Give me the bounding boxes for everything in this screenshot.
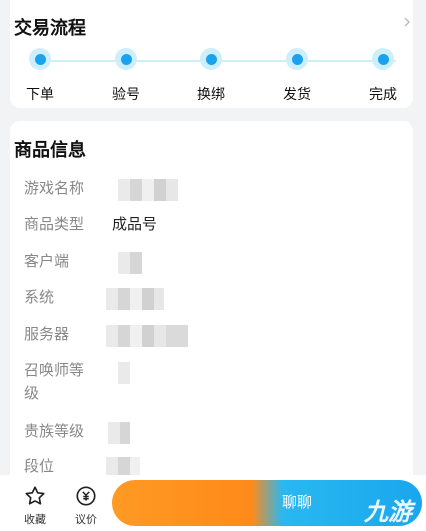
masked-value: [118, 362, 130, 384]
bargain-button[interactable]: 议价: [66, 485, 106, 527]
product-info-title: 商品信息: [14, 140, 86, 161]
info-row-product-type: 商品类型 成品号: [24, 215, 158, 233]
info-row-noble-level: 贵族等级: [24, 420, 130, 444]
bargain-icon: [76, 486, 96, 506]
info-row-server: 服务器: [24, 323, 188, 347]
favorite-button[interactable]: 收藏: [15, 485, 55, 527]
watermark-logo: 九游: [364, 498, 412, 526]
info-row-summoner-level: 召唤师等级: [24, 359, 130, 405]
star-icon: [25, 486, 45, 505]
masked-value: [106, 325, 188, 347]
masked-value: [118, 252, 142, 274]
step-dot: [372, 48, 394, 70]
info-row-client: 客户端: [24, 250, 142, 274]
step-complete: 完成: [353, 48, 413, 104]
step-order: 下单: [10, 48, 70, 104]
trade-process-title: 交易流程: [14, 18, 86, 39]
chevron-right-icon[interactable]: [402, 17, 412, 27]
step-verify: 验号: [96, 48, 156, 104]
info-row-game-name: 游戏名称: [24, 177, 178, 201]
masked-value: [118, 179, 178, 201]
step-dot: [115, 48, 137, 70]
masked-value: [106, 288, 164, 310]
step-rebind: 换绑: [181, 48, 241, 104]
masked-value: [108, 422, 130, 444]
step-deliver: 发货: [267, 48, 327, 104]
info-row-system: 系统: [24, 286, 164, 310]
step-dot: [200, 48, 222, 70]
step-dot: [29, 48, 51, 70]
step-dot: [286, 48, 308, 70]
